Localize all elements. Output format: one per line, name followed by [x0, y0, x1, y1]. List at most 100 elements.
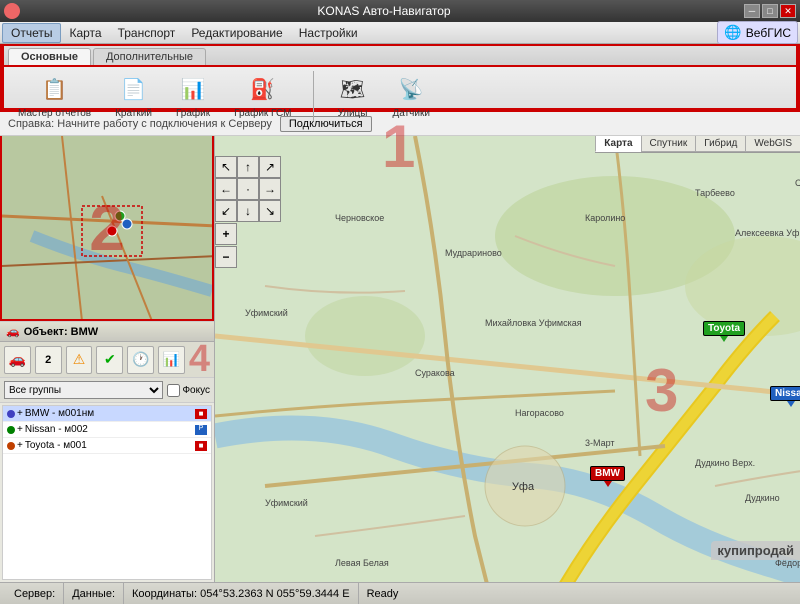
- icon-number[interactable]: 2: [35, 346, 62, 374]
- svg-text:Алексеевка Уфимская: Алексеевка Уфимская: [735, 228, 800, 238]
- svg-text:Уфимский: Уфимский: [245, 308, 288, 318]
- svg-text:Уфа: Уфа: [512, 481, 535, 493]
- icon-car[interactable]: 🚗: [4, 346, 31, 374]
- menu-map[interactable]: Карта: [61, 24, 109, 42]
- window-controls: ─ □ ✕: [744, 4, 796, 18]
- menu-settings[interactable]: Настройки: [291, 24, 366, 42]
- nissan-marker-arrow: [787, 401, 795, 407]
- status-coords: Координаты: 054°53.2363 N 055°59.3444 E: [124, 583, 359, 604]
- server-label: Сервер:: [14, 588, 55, 600]
- map-tab-webgis[interactable]: WebGIS: [745, 136, 800, 152]
- coords-label: Координаты: 054°53.2363 N 055°59.3444 E: [132, 588, 350, 600]
- filter-row: Все группы Фокус: [0, 378, 214, 403]
- svg-text:Сосновка Уфимская: Сосновка Уфимская: [795, 178, 800, 188]
- app-title: KONAS Авто-Навигатор: [24, 4, 744, 18]
- brief-icon: 📄: [118, 74, 150, 106]
- nav-down[interactable]: ↓: [237, 200, 259, 222]
- ready-label: Ready: [367, 588, 399, 600]
- data-label: Данные:: [72, 588, 115, 600]
- nav-topright[interactable]: ↗: [259, 156, 281, 178]
- globe-icon: 🌐: [724, 24, 741, 41]
- nav-topleft[interactable]: ↖: [215, 156, 237, 178]
- nav-botright[interactable]: ↘: [259, 200, 281, 222]
- mini-map[interactable]: Карта 2: [0, 136, 214, 321]
- icon-clock[interactable]: 🕐: [127, 346, 154, 374]
- toyota-status-icons: ■: [195, 441, 207, 451]
- map-area[interactable]: Уфа Черновское Мудрариново Каролино Тарб…: [215, 136, 800, 582]
- btn-fuel-chart[interactable]: ⛽ График ГСМ: [228, 72, 297, 121]
- icon-chart2[interactable]: 📊: [158, 346, 185, 374]
- btn-streets[interactable]: 🗺 Улицы: [330, 72, 374, 121]
- vehicle-color-toyota: [7, 442, 15, 450]
- app-icon: [4, 3, 20, 19]
- svg-text:Суракова: Суракова: [415, 368, 455, 378]
- nissan-parking-icon: P: [195, 425, 207, 435]
- maximize-button[interactable]: □: [762, 4, 778, 18]
- svg-text:Левая Белая: Левая Белая: [335, 558, 389, 568]
- map-tab-satellite[interactable]: Спутник: [641, 136, 696, 152]
- map-tab-hybrid[interactable]: Гибрид: [695, 136, 745, 152]
- bmw-icon1: ■: [195, 409, 207, 419]
- menu-bar: Отчеты Карта Транспорт Редактирование На…: [0, 22, 800, 44]
- marker-bmw: BMW: [590, 466, 625, 487]
- focus-checkbox[interactable]: [167, 384, 180, 397]
- toyota-marker-label: Toyota: [703, 321, 745, 336]
- nav-left[interactable]: ←: [215, 178, 237, 200]
- webgis-button[interactable]: 🌐 ВебГИС: [717, 21, 798, 44]
- svg-text:Черновское: Черновское: [335, 213, 384, 223]
- svg-text:Мудрариново: Мудрариново: [445, 248, 502, 258]
- object-icons-bar: 🚗 2 ⚠ ✔ 🕐 📊 4: [0, 342, 214, 378]
- status-bar: Сервер: Данные: Координаты: 054°53.2363 …: [0, 582, 800, 604]
- menu-edit[interactable]: Редактирование: [183, 24, 290, 42]
- main-area: Карта 2 🚗: [0, 136, 800, 582]
- vehicle-row-nissan[interactable]: + Nissan - м002 P: [3, 422, 211, 438]
- fuel-chart-icon: ⛽: [247, 74, 279, 106]
- btn-sensors[interactable]: 📡 Датчики: [386, 72, 435, 121]
- status-ready: Ready: [359, 583, 407, 604]
- vehicle-row-toyota[interactable]: + Toyota - м001 ■: [3, 438, 211, 454]
- menu-reports[interactable]: Отчеты: [2, 23, 61, 43]
- menu-transport[interactable]: Транспорт: [110, 24, 184, 42]
- report-wizard-icon: 📋: [39, 74, 71, 106]
- svg-text:Каролино: Каролино: [585, 213, 625, 223]
- close-button[interactable]: ✕: [780, 4, 796, 18]
- btn-report-wizard[interactable]: 📋 Мастер отчетов: [12, 72, 97, 121]
- zoom-in-button[interactable]: +: [215, 223, 237, 245]
- nav-botleft[interactable]: ↙: [215, 200, 237, 222]
- btn-chart[interactable]: 📊 График: [170, 72, 216, 121]
- icon-tick[interactable]: ✔: [96, 346, 123, 374]
- object-name: Объект: BMW: [24, 326, 98, 338]
- webgis-label: ВебГИС: [746, 26, 791, 40]
- status-data: Данные:: [64, 583, 124, 604]
- toolbar-content: 📋 Мастер отчетов 📄 Краткий 📊 График ⛽ Гр…: [4, 65, 796, 125]
- zoom-out-button[interactable]: −: [215, 246, 237, 268]
- nav-right[interactable]: →: [259, 178, 281, 200]
- nav-center[interactable]: ·: [237, 178, 259, 200]
- streets-icon: 🗺: [336, 74, 368, 106]
- btn-brief[interactable]: 📄 Краткий: [109, 72, 158, 121]
- area4-number: 4: [189, 338, 210, 380]
- group-filter[interactable]: Все группы: [4, 381, 163, 399]
- tab-basic[interactable]: Основные: [8, 48, 91, 65]
- vehicle-row-bmw[interactable]: + BMW - м001нм ■: [3, 406, 211, 422]
- tab-additional[interactable]: Дополнительные: [93, 48, 206, 65]
- svg-text:Дудкино Верх.: Дудкино Верх.: [695, 458, 755, 468]
- icon-alert[interactable]: ⚠: [66, 346, 93, 374]
- svg-text:Тарбеево: Тарбеево: [695, 188, 735, 198]
- nav-up[interactable]: ↑: [237, 156, 259, 178]
- minimize-button[interactable]: ─: [744, 4, 760, 18]
- svg-text:Уфимский: Уфимский: [265, 498, 308, 508]
- title-bar: KONAS Авто-Навигатор ─ □ ✕: [0, 0, 800, 22]
- map-tab-map[interactable]: Карта: [595, 136, 640, 152]
- map-background: Уфа Черновское Мудрариново Каролино Тарб…: [215, 136, 800, 582]
- vehicle-list[interactable]: + BMW - м001нм ■ + Nissan - м002 P: [2, 405, 212, 580]
- focus-label: Фокус: [182, 385, 210, 396]
- nissan-marker-label: Nissan: [770, 386, 800, 401]
- sensors-icon: 📡: [395, 74, 427, 106]
- map-type-tabs: Карта Спутник Гибрид WebGIS: [595, 136, 800, 153]
- focus-checkbox-area: Фокус: [167, 384, 210, 397]
- watermark: купипродай: [711, 541, 800, 560]
- svg-text:Михайловка Уфимская: Михайловка Уфимская: [485, 318, 582, 328]
- svg-text:Дудкино: Дудкино: [745, 493, 780, 503]
- nissan-status-icons: P: [195, 425, 207, 435]
